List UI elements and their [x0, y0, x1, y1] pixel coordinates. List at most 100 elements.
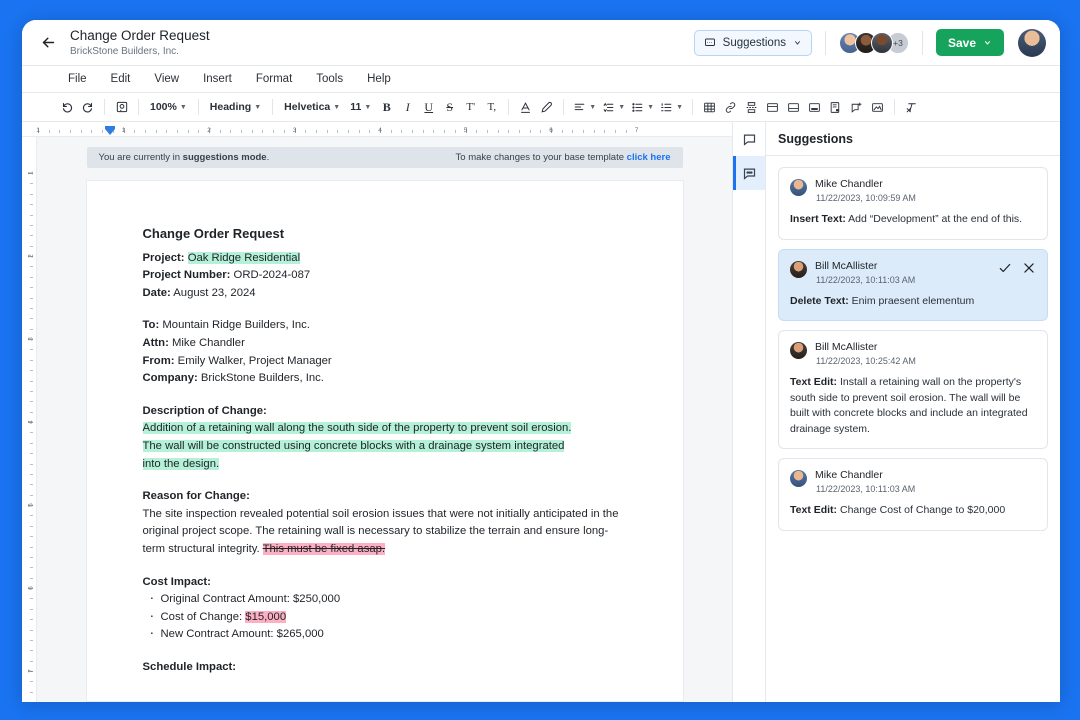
app-body: 1 1 2 3 4 5 6 7 1 2 3 4 5 6 7 You are currently in su…: [22, 122, 1060, 702]
chevron-down-icon: ▼: [647, 103, 655, 111]
vertical-ruler[interactable]: 1 2 3 4 5 6 7: [22, 137, 37, 702]
ruler-tick: [230, 130, 232, 133]
doc-field-value: Oak Ridge Residential: [187, 251, 301, 264]
avatar[interactable]: [870, 31, 893, 54]
chevron-down-icon: [984, 41, 991, 45]
document-area: 1 1 2 3 4 5 6 7 1 2 3 4 5 6 7 You are currently in su…: [22, 122, 732, 702]
suggestions-mode-label: Suggestions: [722, 36, 786, 49]
suggestion-card[interactable]: Bill McAllister 11/22/2023, 10:11:03 AM: [778, 248, 1048, 321]
menu-item-file[interactable]: File: [56, 71, 99, 87]
reject-suggestion-button[interactable]: [1022, 261, 1036, 275]
indent-marker[interactable]: [105, 126, 115, 135]
strikethrough-button[interactable]: S: [439, 97, 460, 118]
ruler-tick: [166, 130, 168, 133]
ruler-number: 7: [27, 669, 35, 673]
insert-footer-button[interactable]: [783, 97, 804, 118]
suggestions-list[interactable]: Mike Chandler 11/22/2023, 10:09:59 AM In…: [766, 156, 1060, 702]
collaborator-avatars[interactable]: +3: [838, 31, 909, 54]
horizontal-ruler[interactable]: 1 1 2 3 4 5 6 7: [22, 122, 732, 137]
font-size-dropdown[interactable]: 11 ▼: [345, 97, 376, 118]
bold-button[interactable]: B: [376, 97, 397, 118]
rail-comments-button[interactable]: [733, 122, 765, 156]
insert-table-button[interactable]: [699, 97, 720, 118]
menu-item-view[interactable]: View: [142, 71, 191, 87]
suggestion-author: Bill McAllister: [815, 341, 878, 353]
clear-formatting-button[interactable]: [901, 97, 922, 118]
suggestion-author: Mike Chandler: [815, 178, 883, 190]
add-comment-icon: [851, 102, 862, 113]
ruler-tick: [30, 204, 33, 206]
insert-link-button[interactable]: [720, 97, 741, 118]
document-canvas[interactable]: You are currently in suggestions mode. T…: [37, 137, 732, 702]
menu-item-insert[interactable]: Insert: [191, 71, 244, 87]
zoom-level-dropdown[interactable]: 100% ▼: [145, 97, 192, 118]
ruler-tick: [30, 245, 33, 247]
rail-suggestions-button[interactable]: [733, 156, 765, 190]
zoom-level-label: 100%: [150, 101, 177, 113]
paragraph-style-dropdown[interactable]: Heading ▼: [205, 97, 266, 118]
suggestion-card[interactable]: Mike Chandler 11/22/2023, 10:11:03 AM Te…: [778, 458, 1048, 531]
insert-page-break-button[interactable]: [741, 97, 762, 118]
menu-item-tools[interactable]: Tools: [304, 71, 355, 87]
font-family-label: Helvetica: [284, 101, 331, 113]
insert-header-button[interactable]: [762, 97, 783, 118]
insert-text-box-button[interactable]: [804, 97, 825, 118]
superscript-button[interactable]: T': [460, 97, 481, 118]
ruler-tick: [30, 432, 33, 434]
menu-bar: File Edit View Insert Format Tools Help: [22, 66, 1060, 93]
ruler-tick: [583, 130, 585, 133]
insert-comment-button[interactable]: [846, 97, 867, 118]
doc-cost-value: $250,000: [293, 593, 341, 606]
suggestion-card[interactable]: Mike Chandler 11/22/2023, 10:09:59 AM In…: [778, 167, 1048, 240]
subscript-button[interactable]: T,: [481, 97, 502, 118]
align-dropdown[interactable]: ▼: [570, 97, 599, 118]
ruler-tick: [369, 130, 371, 133]
line-spacing-dropdown[interactable]: ▼: [599, 97, 628, 118]
chevron-down-icon: ▼: [254, 103, 262, 111]
underline-button[interactable]: U: [418, 97, 439, 118]
menu-item-format[interactable]: Format: [244, 71, 304, 87]
document-page[interactable]: Change Order Request Project: Oak Ridge …: [86, 181, 683, 701]
ruler-tick: [30, 691, 33, 693]
doc-field-value: BrickStone Builders, Inc.: [200, 372, 324, 385]
back-button[interactable]: [34, 29, 62, 57]
menu-item-help[interactable]: Help: [355, 71, 403, 87]
numbered-list-dropdown[interactable]: ▼: [657, 97, 686, 118]
insert-image-button[interactable]: [867, 97, 888, 118]
undo-button[interactable]: [56, 97, 77, 118]
suggestion-text: Add “Development” at the end of this.: [845, 213, 1023, 225]
suggestion-timestamp: 11/22/2023, 10:09:59 AM: [816, 193, 916, 203]
ruler-number: 6: [27, 586, 35, 590]
ruler-tick: [30, 536, 33, 538]
save-button[interactable]: Save: [935, 29, 1004, 56]
toolbar-divider-7: [692, 99, 694, 115]
current-user-avatar[interactable]: [1018, 28, 1046, 57]
banner-prefix: You are currently in: [98, 152, 183, 163]
base-template-link[interactable]: click here: [627, 152, 671, 163]
page-title: Change Order Request: [70, 27, 210, 43]
suggestion-card[interactable]: Bill McAllister 11/22/2023, 10:25:42 AM …: [778, 330, 1048, 449]
accept-suggestion-button[interactable]: [998, 261, 1012, 275]
text-color-button[interactable]: [515, 97, 536, 118]
ruler-tick: [529, 130, 531, 133]
highlight-color-button[interactable]: [536, 97, 557, 118]
save-button-label: Save: [947, 35, 976, 50]
italic-button[interactable]: I: [397, 97, 418, 118]
banner-mode: suggestions mode: [182, 152, 267, 163]
ruler-tick: [433, 130, 435, 133]
bulleted-list-dropdown[interactable]: ▼: [628, 97, 657, 118]
format-painter-button[interactable]: [111, 97, 132, 118]
font-family-dropdown[interactable]: Helvetica ▼: [279, 97, 345, 118]
insert-page-number-button[interactable]: [825, 97, 846, 118]
doc-description-text: Addition of a retaining wall along the s…: [142, 422, 572, 435]
image-icon: [872, 102, 883, 112]
doc-spacer: [143, 388, 629, 403]
ruler-tick: [30, 484, 33, 486]
doc-cost-label: Cost of Change:: [160, 610, 246, 623]
suggestions-mode-dropdown[interactable]: Suggestions: [693, 29, 812, 56]
menu-item-edit[interactable]: Edit: [99, 71, 143, 87]
banner-right: To make changes to your base template cl…: [456, 152, 671, 163]
doc-cost-list: Original Contract Amount: $250,000 Cost …: [143, 589, 629, 644]
redo-button[interactable]: [77, 97, 98, 118]
ruler-tick: [30, 297, 33, 299]
